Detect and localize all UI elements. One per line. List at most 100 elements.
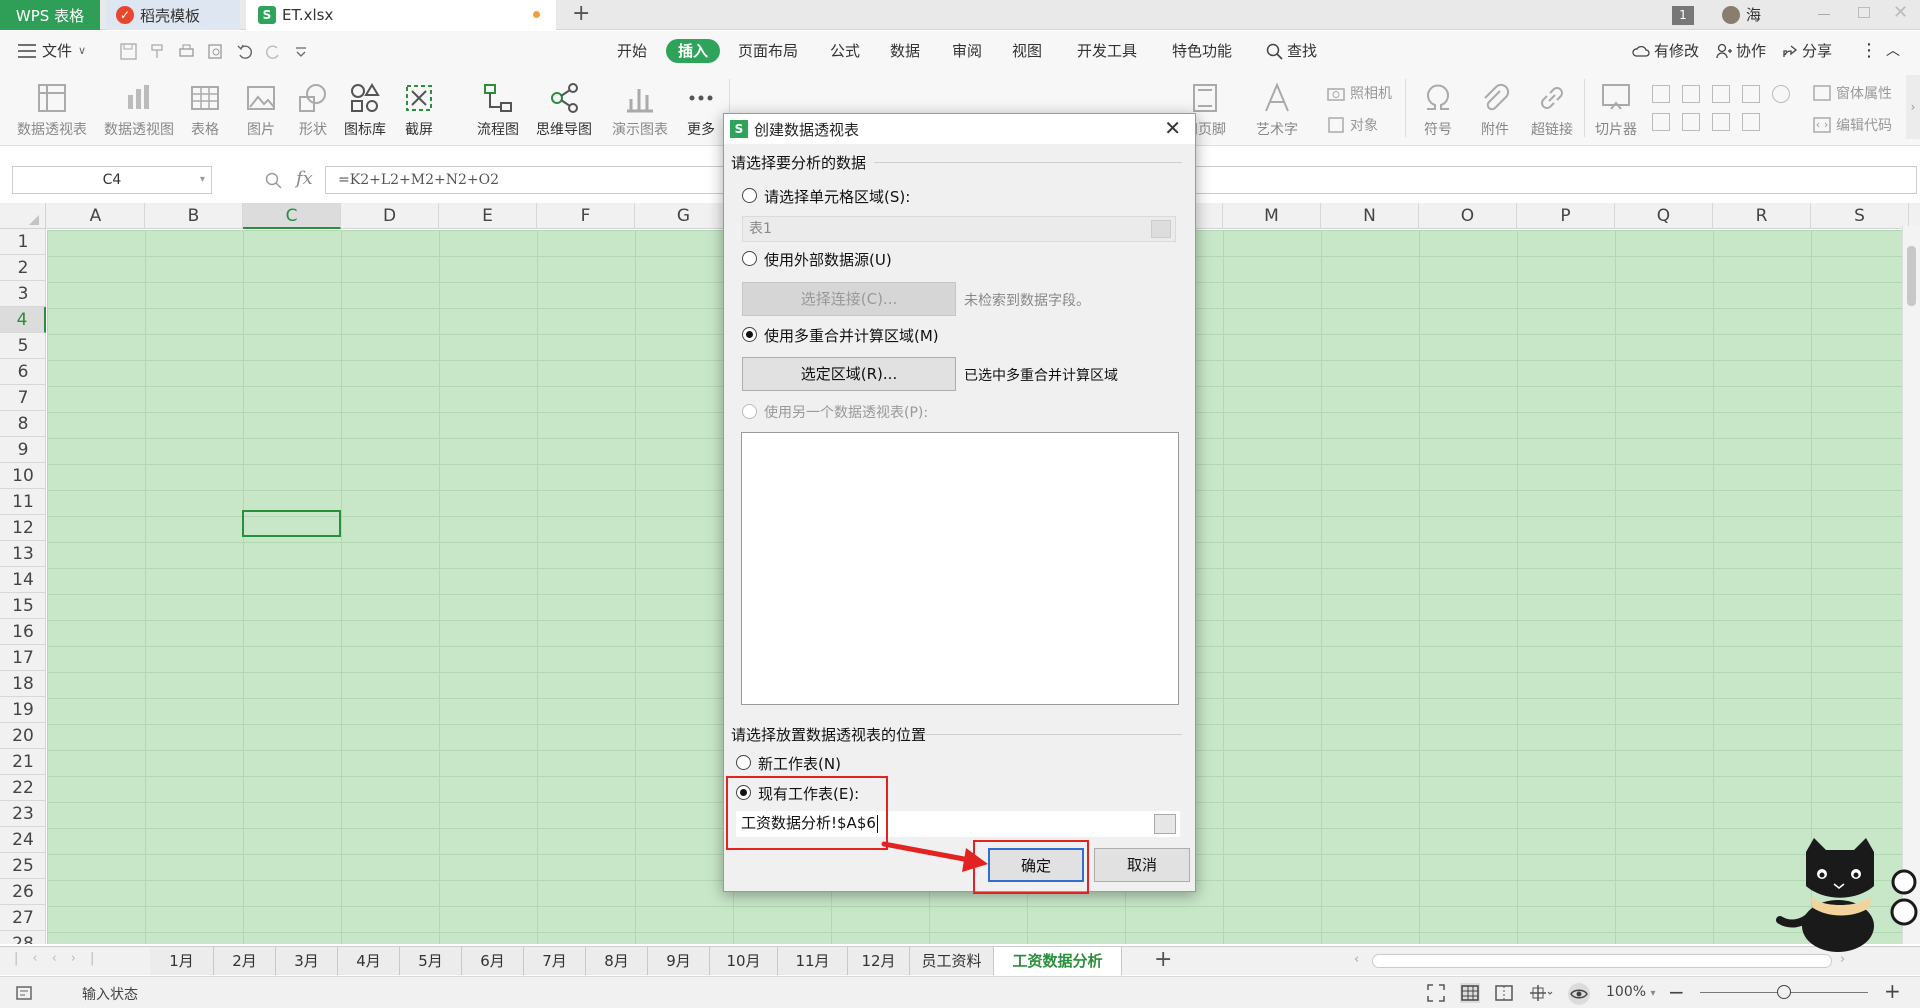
row-header-15[interactable]: 15 xyxy=(0,593,46,619)
row-header-19[interactable]: 19 xyxy=(0,697,46,723)
eye-protection-icon[interactable] xyxy=(1568,983,1590,1005)
reading-mode-icon[interactable] xyxy=(1528,983,1554,1003)
combobox-control-icon[interactable] xyxy=(1682,113,1700,131)
mind-map-button[interactable]: 思维导图 xyxy=(524,77,604,143)
range-input[interactable]: 表1 xyxy=(742,216,1176,242)
column-header-e[interactable]: E xyxy=(439,203,537,229)
column-header-r[interactable]: R xyxy=(1713,203,1811,229)
pivot-chart-button[interactable]: 数据透视图 xyxy=(99,77,179,143)
menu-search[interactable]: 查找 xyxy=(1266,31,1317,71)
tab-wps-sheets[interactable]: WPS 表格 xyxy=(0,0,100,30)
dialog-title-bar[interactable]: S 创建数据透视表 ✕ xyxy=(724,114,1195,144)
range-picker-icon[interactable] xyxy=(1151,220,1171,238)
macro-record-icon[interactable] xyxy=(14,983,34,1003)
user-name[interactable]: 海 xyxy=(1746,4,1761,25)
row-header-13[interactable]: 13 xyxy=(0,541,46,567)
maximize-icon[interactable] xyxy=(1858,7,1870,18)
label-multiple-consolidation[interactable]: 使用多重合并计算区域(M) xyxy=(764,325,939,346)
new-tab-button[interactable]: + xyxy=(572,0,590,30)
column-header-q[interactable]: Q xyxy=(1615,203,1713,229)
row-header-12[interactable]: 12 xyxy=(0,515,46,541)
share-button[interactable]: 分享 xyxy=(1782,31,1832,71)
menu-data[interactable]: 数据 xyxy=(890,31,920,71)
camera-button[interactable]: 照相机 xyxy=(1326,83,1392,103)
zoom-out-button[interactable]: − xyxy=(1668,980,1685,1004)
row-header-10[interactable]: 10 xyxy=(0,463,46,489)
select-range-button[interactable]: 选定区域(R)... xyxy=(742,357,956,391)
row-header-5[interactable]: 5 xyxy=(0,333,46,359)
column-header-o[interactable]: O xyxy=(1419,203,1517,229)
row-header-6[interactable]: 6 xyxy=(0,359,46,385)
label-new-sheet[interactable]: 新工作表(N) xyxy=(758,753,841,774)
choose-connection-button[interactable]: 选择连接(C)... xyxy=(742,282,956,316)
zoom-level[interactable]: 100% ▾ xyxy=(1606,984,1656,1000)
column-header-a[interactable]: A xyxy=(47,203,145,229)
sheet-tab-11[interactable]: 11月 xyxy=(778,947,848,975)
page-break-view-icon[interactable] xyxy=(1494,983,1514,1003)
hyperlink-button[interactable]: 超链接 xyxy=(1522,77,1582,143)
menu-home[interactable]: 开始 xyxy=(617,31,647,71)
menu-insert[interactable]: 插入 xyxy=(666,39,721,63)
sheet-tab-5[interactable]: 5月 xyxy=(400,947,462,975)
horizontal-scrollbar[interactable] xyxy=(1372,954,1832,968)
sheet-tab-6[interactable]: 6月 xyxy=(462,947,524,975)
menu-developer[interactable]: 开发工具 xyxy=(1077,31,1137,71)
column-header-f[interactable]: F xyxy=(537,203,635,229)
button-control-icon[interactable] xyxy=(1712,85,1730,103)
row-header-18[interactable]: 18 xyxy=(0,671,46,697)
listbox-control-icon[interactable] xyxy=(1652,113,1670,131)
save-icon[interactable] xyxy=(120,43,137,60)
radio-cell-range[interactable] xyxy=(742,188,757,203)
column-header-m[interactable]: M xyxy=(1223,203,1321,229)
icon-library-button[interactable]: 图标库 xyxy=(340,77,390,143)
close-window-icon[interactable]: ✕ xyxy=(1893,2,1908,23)
symbol-button[interactable]: 符号 xyxy=(1408,77,1468,143)
radio-new-sheet[interactable] xyxy=(736,755,751,770)
scroll-left-icon[interactable]: ‹ xyxy=(1354,952,1359,967)
menu-view[interactable]: 视图 xyxy=(1012,31,1042,71)
sheet-tab-10[interactable]: 10月 xyxy=(710,947,778,975)
row-header-11[interactable]: 11 xyxy=(0,489,46,515)
row-header-21[interactable]: 21 xyxy=(0,749,46,775)
checkbox-control-icon[interactable] xyxy=(1742,85,1760,103)
sheet-tab-3[interactable]: 3月 xyxy=(276,947,338,975)
screenshot-button[interactable]: 截屏 xyxy=(394,77,444,143)
print-icon[interactable] xyxy=(178,43,195,60)
row-header-8[interactable]: 8 xyxy=(0,411,46,437)
row-header-1[interactable]: 1 xyxy=(0,229,46,255)
active-cell-c4[interactable] xyxy=(242,510,341,537)
sheet-tab-7[interactable]: 7月 xyxy=(524,947,586,975)
function-icon[interactable]: fx xyxy=(296,168,313,189)
row-header-16[interactable]: 16 xyxy=(0,619,46,645)
sheet-tab-14[interactable]: 工资数据分析 xyxy=(994,947,1122,975)
column-header-g[interactable]: G xyxy=(635,203,733,229)
column-header-n[interactable]: N xyxy=(1321,203,1419,229)
row-header-3[interactable]: 3 xyxy=(0,281,46,307)
zoom-in-button[interactable]: + xyxy=(1884,979,1901,1003)
collapse-ribbon-icon[interactable]: ︿ xyxy=(1886,31,1900,71)
print-preview-icon[interactable] xyxy=(207,43,224,60)
redo-icon[interactable] xyxy=(265,43,282,60)
row-header-7[interactable]: 7 xyxy=(0,385,46,411)
column-header-s[interactable]: S xyxy=(1811,203,1909,229)
fullscreen-icon[interactable] xyxy=(1426,983,1446,1003)
file-menu[interactable]: 文件 ∨ xyxy=(18,31,86,71)
row-header-24[interactable]: 24 xyxy=(0,827,46,853)
radio-multiple-consolidation[interactable] xyxy=(742,327,757,342)
label-control-icon[interactable] xyxy=(1652,85,1670,103)
label-other-pivot[interactable]: 使用另一个数据透视表(P): xyxy=(764,402,928,422)
radio-control-icon[interactable] xyxy=(1772,85,1790,103)
row-header-22[interactable]: 22 xyxy=(0,775,46,801)
cancel-button[interactable]: 取消 xyxy=(1094,848,1190,882)
row-header-27[interactable]: 27 xyxy=(0,905,46,931)
menu-special-features[interactable]: 特色功能 xyxy=(1172,31,1232,71)
mascot-cat-image[interactable] xyxy=(1776,836,1920,956)
ribbon-scroll-right-icon[interactable]: › xyxy=(1906,75,1920,139)
column-header-d[interactable]: D xyxy=(341,203,439,229)
select-all-corner[interactable] xyxy=(0,203,46,229)
scrollbar-control-icon[interactable] xyxy=(1712,113,1730,131)
sheet-tab-1[interactable]: 1月 xyxy=(150,947,214,975)
spinner-control-icon[interactable] xyxy=(1742,113,1760,131)
add-sheet-button[interactable]: + xyxy=(1154,947,1172,972)
object-button[interactable]: 对象 xyxy=(1326,115,1378,135)
